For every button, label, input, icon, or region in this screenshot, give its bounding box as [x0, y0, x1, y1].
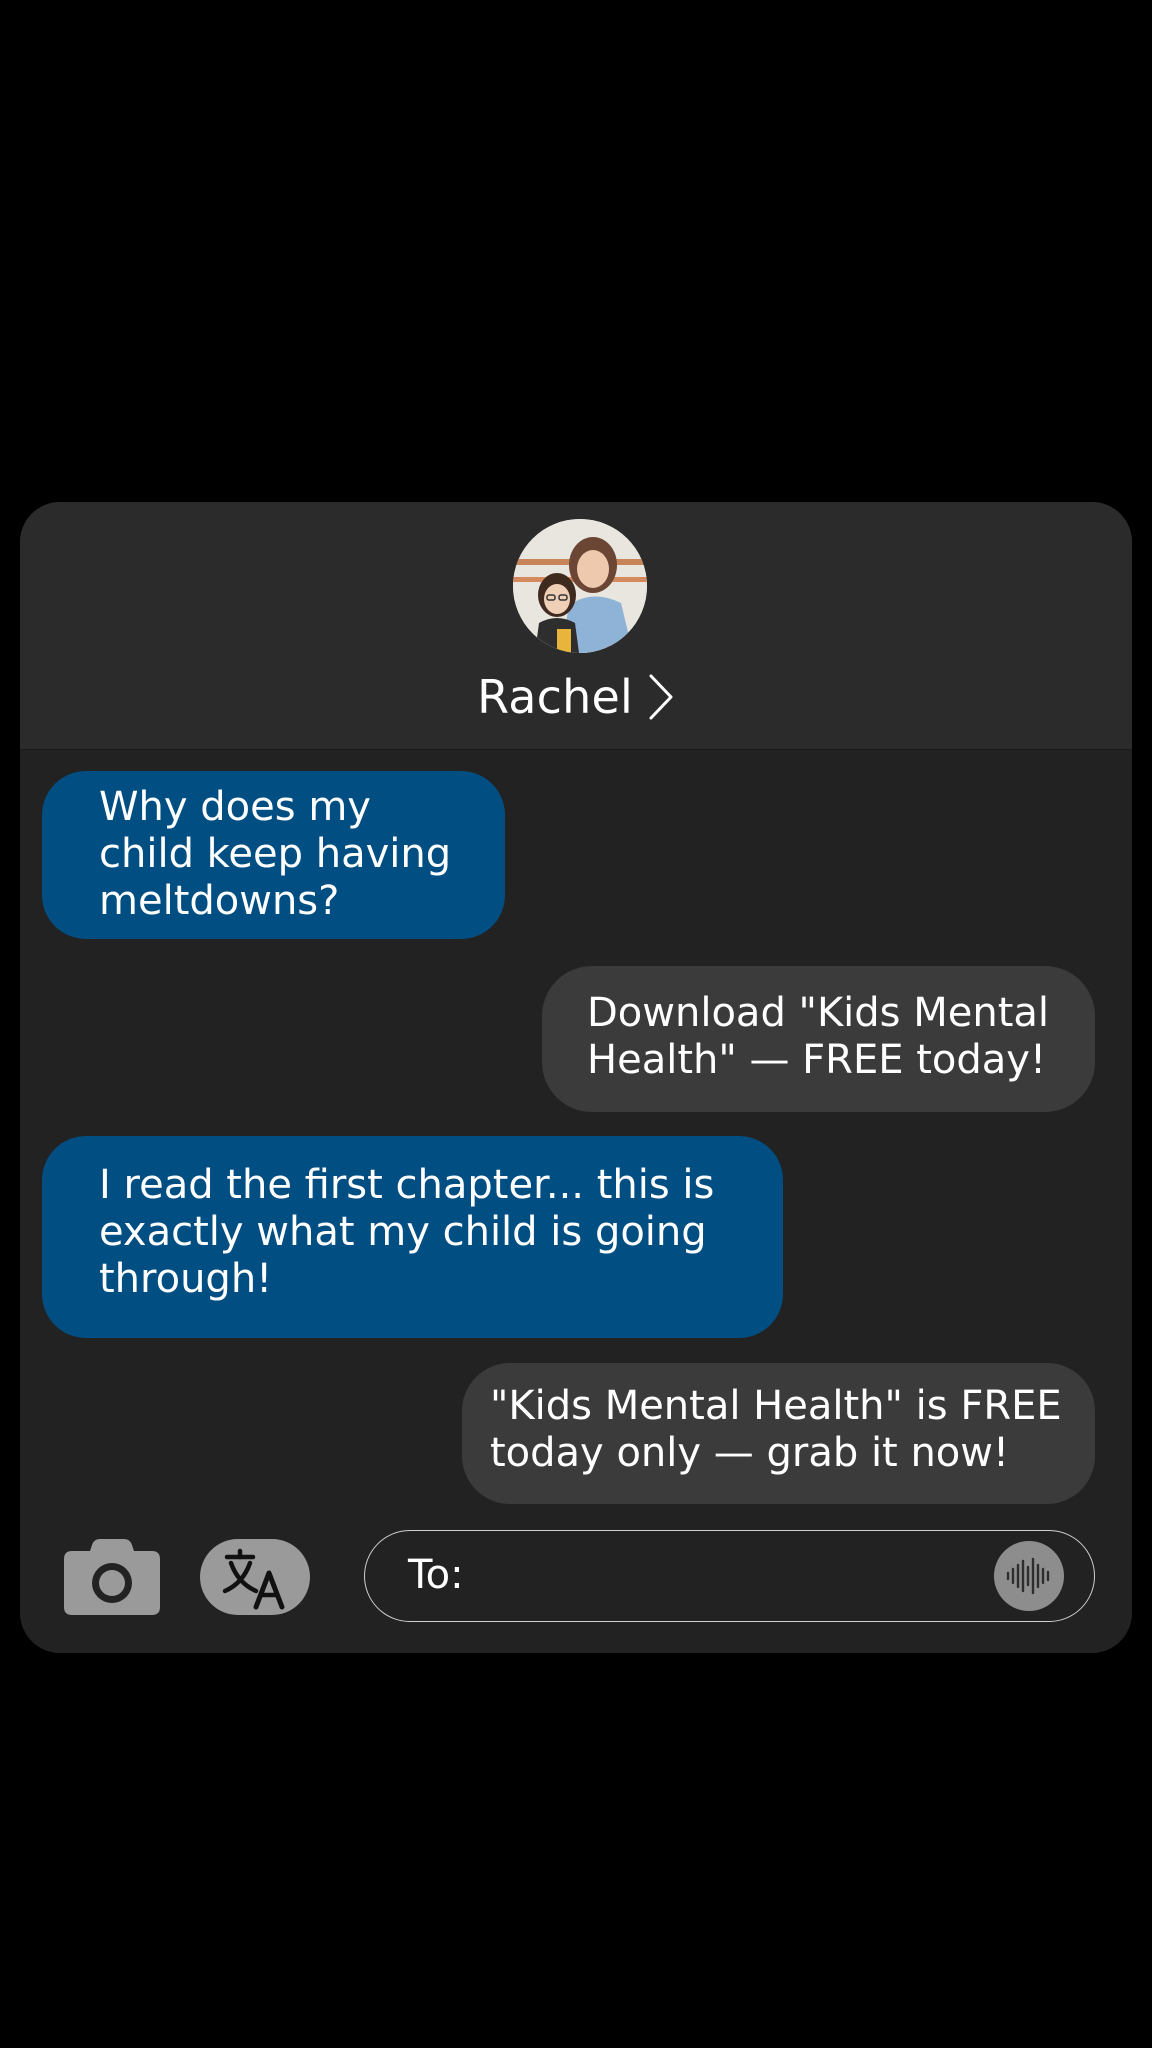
incoming-message-bubble[interactable]: I read the first chapter... this is exac…	[42, 1136, 783, 1338]
incoming-message-bubble[interactable]: Why does my child keep having meltdowns?	[42, 771, 505, 939]
avatar[interactable]	[513, 519, 647, 653]
chevron-right-icon[interactable]	[647, 673, 675, 721]
avatar-photo	[513, 519, 647, 653]
outgoing-message-bubble[interactable]: "Kids Mental Health" is FREE today only …	[462, 1363, 1095, 1504]
outgoing-message-bubble[interactable]: Download "Kids Mental Health" — FREE tod…	[542, 966, 1095, 1112]
contact-name[interactable]: Rachel	[477, 669, 633, 725]
camera-button[interactable]	[62, 1537, 162, 1617]
audio-waveform-icon	[1006, 1557, 1050, 1595]
message-input[interactable]: To:	[364, 1530, 1095, 1622]
audio-message-button[interactable]	[994, 1541, 1064, 1611]
conversation-panel: Rachel Why does my child keep having mel…	[20, 502, 1132, 1653]
camera-icon	[64, 1539, 160, 1615]
conversation-header: Rachel	[20, 502, 1132, 750]
to-label: To:	[408, 1552, 464, 1598]
contact-name-row[interactable]: Rachel	[20, 662, 1132, 732]
translate-icon	[222, 1548, 285, 1610]
translate-button[interactable]	[200, 1539, 310, 1615]
